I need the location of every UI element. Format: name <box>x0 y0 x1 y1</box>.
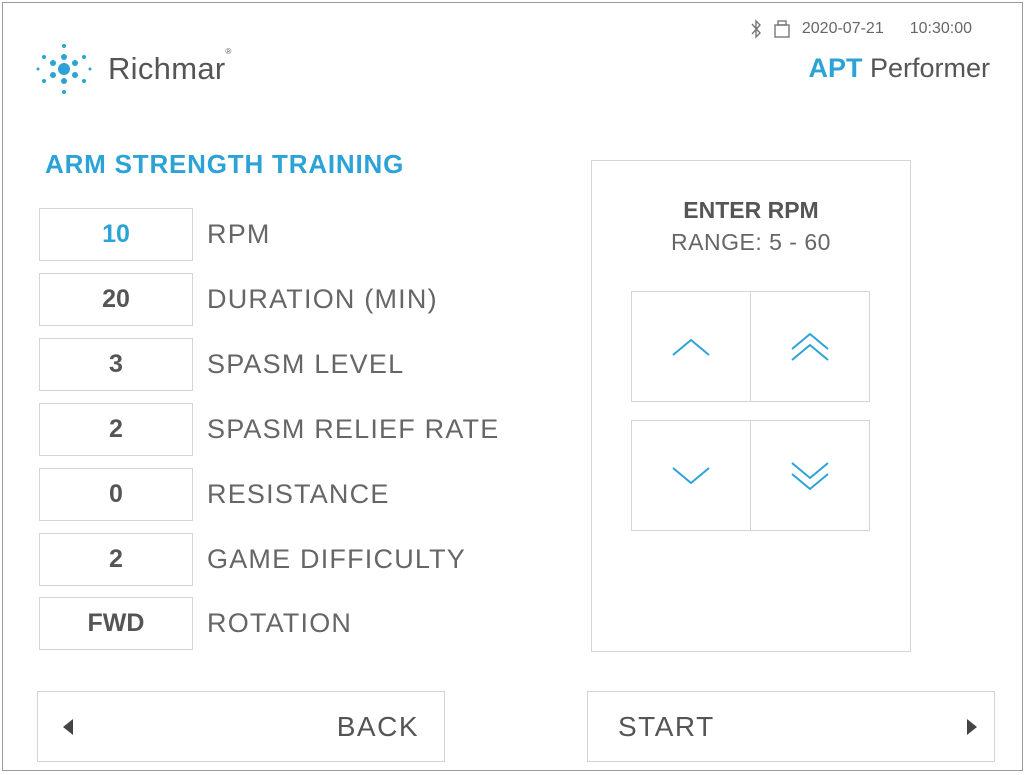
param-row-rpm: 10 RPM <box>39 208 559 263</box>
fast-decrement-button[interactable] <box>750 420 870 531</box>
increment-button[interactable] <box>631 291 751 402</box>
caret-left-icon <box>63 719 73 735</box>
param-row-game-difficulty: 2 GAME DIFFICULTY <box>39 533 559 588</box>
panel-range: RANGE: 5 - 60 <box>671 229 831 255</box>
chevron-down-icon <box>672 466 710 484</box>
param-row-rotation: FWD ROTATION <box>39 597 559 652</box>
fast-increment-button[interactable] <box>750 291 870 402</box>
registered-mark: ® <box>225 46 232 56</box>
double-chevron-up-icon <box>791 332 829 361</box>
spasm-level-label: SPASM LEVEL <box>207 349 405 379</box>
status-bar: 2020-07-21 10:30:00 <box>750 19 972 39</box>
duration-value-box[interactable]: 20 <box>39 273 193 326</box>
spasm-relief-rate-label: SPASM RELIEF RATE <box>207 414 500 444</box>
param-row-resistance: 0 RESISTANCE <box>39 468 559 523</box>
spasm-level-value-box[interactable]: 3 <box>39 338 193 391</box>
start-button[interactable]: START <box>587 691 995 762</box>
spasm-relief-rate-value-box[interactable]: 2 <box>39 403 193 456</box>
param-row-spasm-relief-rate: 2 SPASM RELIEF RATE <box>39 403 559 458</box>
panel-title: ENTER RPM <box>683 197 819 223</box>
duration-label: DURATION (MIN) <box>207 284 438 314</box>
start-label: START <box>618 711 715 742</box>
rotation-label: ROTATION <box>207 608 353 638</box>
game-difficulty-value-box[interactable]: 2 <box>39 533 193 586</box>
decrement-button[interactable] <box>631 420 751 531</box>
product-name: APT Performer <box>808 53 990 84</box>
resistance-value-box[interactable]: 0 <box>39 468 193 521</box>
param-row-spasm-level: 3 SPASM LEVEL <box>39 338 559 393</box>
param-row-duration: 20 DURATION (MIN) <box>39 273 559 328</box>
date-display: 2020-07-21 <box>801 20 884 37</box>
bluetooth-icon <box>751 19 761 39</box>
back-label: BACK <box>336 711 419 742</box>
rpm-value-box[interactable]: 10 <box>39 208 193 261</box>
caret-right-icon <box>967 719 977 735</box>
device-screen: Richmar® 2020-07-21 10:30:00 APT Perform… <box>2 2 1023 771</box>
back-button[interactable]: BACK <box>37 691 445 762</box>
game-difficulty-label: GAME DIFFICULTY <box>207 544 467 574</box>
chevron-up-icon <box>672 338 710 356</box>
product-model: Performer <box>869 53 990 83</box>
program-title: ARM STRENGTH TRAINING <box>45 149 405 179</box>
time-display: 10:30:00 <box>909 20 972 37</box>
rpm-entry-panel: ENTER RPM RANGE: 5 - 60 <box>591 160 911 652</box>
usb-drive-icon <box>774 20 790 38</box>
rotation-value-box[interactable]: FWD <box>39 597 193 650</box>
richmar-logo-icon <box>36 44 92 94</box>
rpm-label: RPM <box>207 219 271 249</box>
brand-name: Richmar® <box>108 46 232 86</box>
double-chevron-down-icon <box>791 461 829 490</box>
resistance-label: RESISTANCE <box>207 479 390 509</box>
product-prefix: APT <box>808 53 863 83</box>
